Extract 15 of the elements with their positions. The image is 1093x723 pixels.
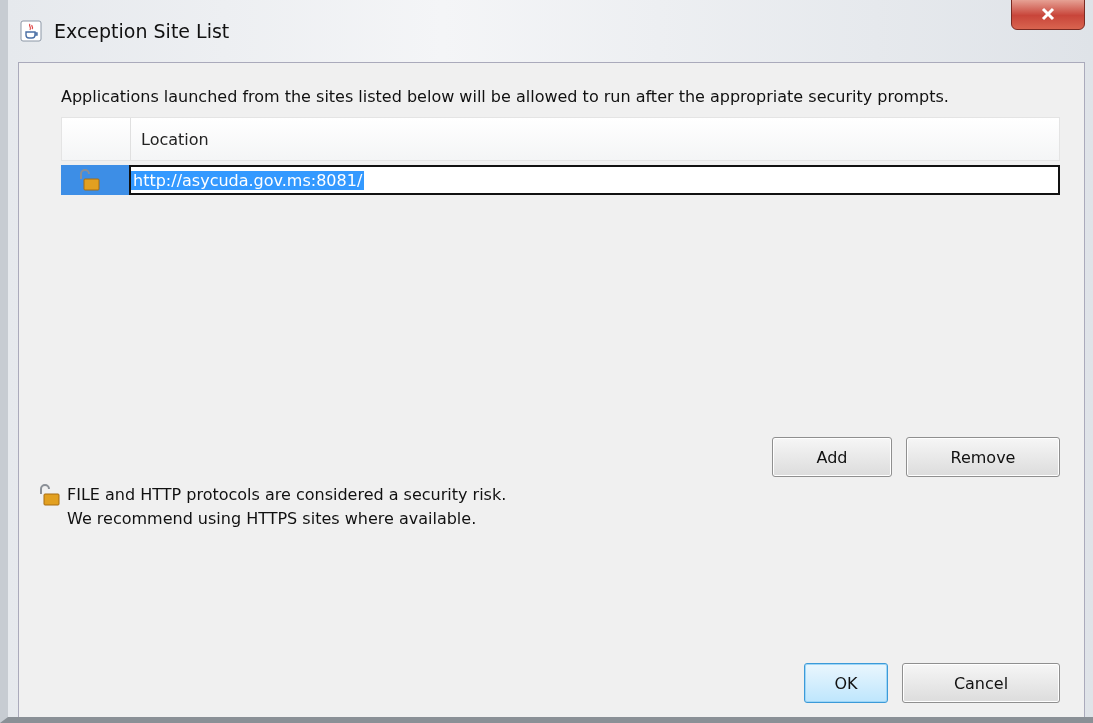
add-button[interactable]: Add bbox=[772, 437, 892, 477]
row-icon-cell[interactable] bbox=[61, 165, 129, 195]
ok-button[interactable]: OK bbox=[804, 663, 888, 703]
cancel-button[interactable]: Cancel bbox=[902, 663, 1060, 703]
warning-text: FILE and HTTP protocols are considered a security risk. bbox=[67, 484, 507, 506]
close-button[interactable] bbox=[1011, 0, 1085, 30]
window-title: Exception Site List bbox=[54, 20, 231, 42]
java-cup-icon bbox=[20, 20, 42, 42]
close-icon bbox=[1041, 7, 1055, 21]
column-header[interactable]: Location bbox=[131, 118, 209, 160]
unlocked-padlock-icon bbox=[37, 483, 61, 507]
description-text: Applications launched from the sites listed below will be allowed to run after the appropriate security prompts. bbox=[61, 86, 950, 108]
unlocked-padlock-icon bbox=[77, 168, 101, 192]
warning-text: We recommend using HTTPS sites where available. bbox=[67, 508, 478, 530]
remove-button[interactable]: Remove bbox=[906, 437, 1060, 477]
